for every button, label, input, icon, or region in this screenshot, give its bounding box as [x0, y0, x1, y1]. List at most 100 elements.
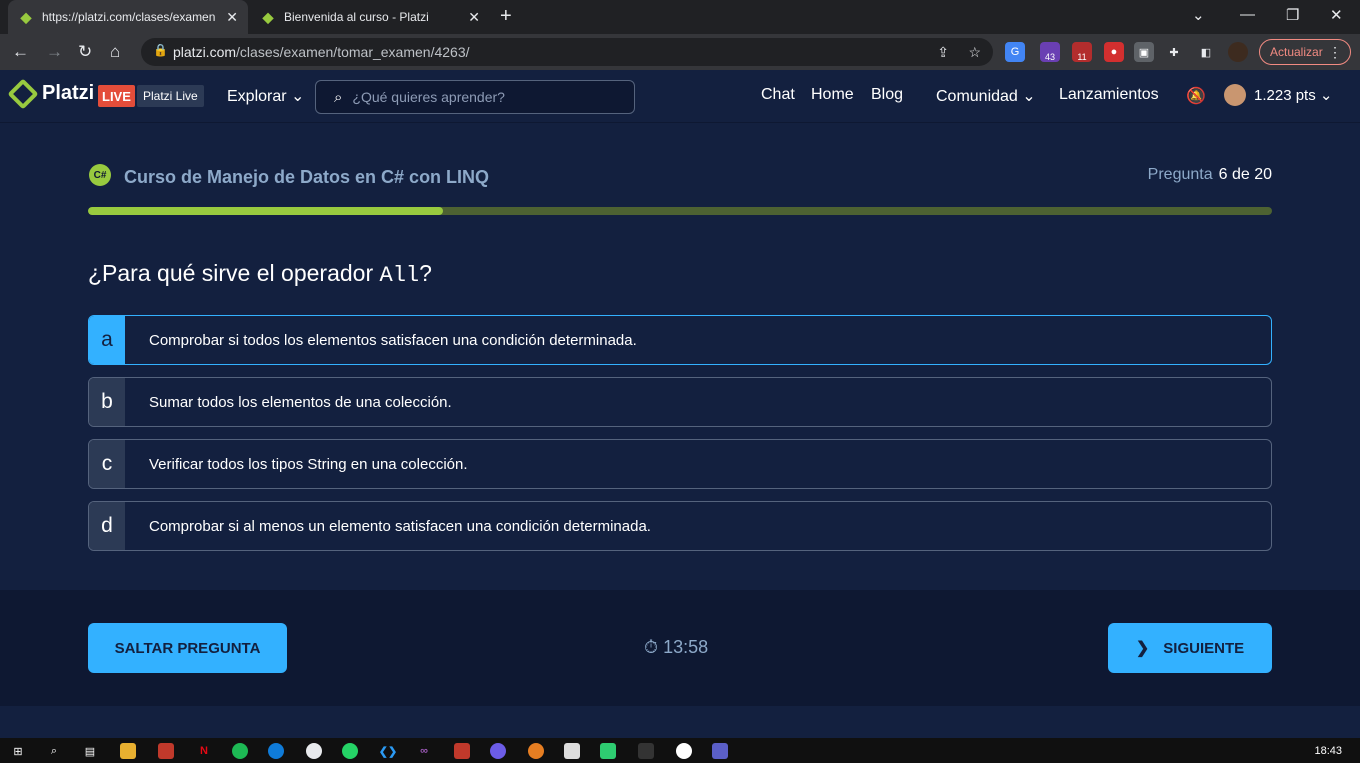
- edge-icon[interactable]: [268, 743, 284, 759]
- question-prefix: ¿Para qué sirve el operador: [88, 260, 380, 286]
- search-icon[interactable]: ⌕: [46, 743, 62, 759]
- option-text: Comprobar si al menos un elemento satisf…: [149, 517, 651, 535]
- app-icon[interactable]: [454, 743, 470, 759]
- answer-option-d[interactable]: d Comprobar si al menos un elemento sati…: [88, 501, 1272, 551]
- answer-option-a[interactable]: a Comprobar si todos los elementos satis…: [88, 315, 1272, 365]
- exam-main: C# Curso de Manejo de Datos en C# con LI…: [0, 124, 1360, 590]
- browser-tab-exam[interactable]: ◆ https://platzi.com/clases/examen ✕: [8, 0, 248, 34]
- question-label: Pregunta: [1147, 166, 1213, 183]
- extension-icon[interactable]: ▣: [1134, 42, 1154, 62]
- minimize-icon[interactable]: —: [1240, 6, 1255, 23]
- option-letter: b: [89, 378, 125, 426]
- lock-icon: 🔒: [153, 43, 168, 57]
- option-text: Verificar todos los tipos String en una …: [149, 455, 468, 473]
- home-icon[interactable]: ⌂: [110, 42, 120, 62]
- browser-tab-bienvenida[interactable]: ◆ Bienvenida al curso - Platzi ✕: [250, 0, 490, 34]
- chrome-icon[interactable]: [306, 743, 322, 759]
- explorar-menu[interactable]: Explorar ⌄: [227, 86, 304, 106]
- teams-icon[interactable]: [712, 743, 728, 759]
- live-badge[interactable]: LIVE: [98, 85, 135, 107]
- tab-title: Bienvenida al curso - Platzi: [284, 10, 429, 24]
- site-header: Platzi LIVE Platzi Live Explorar ⌄ ⌕ ¿Qu…: [0, 70, 1360, 123]
- side-panel-icon[interactable]: ◧: [1196, 42, 1216, 62]
- answer-option-b[interactable]: b Sumar todos los elementos de una colec…: [88, 377, 1272, 427]
- platzi-logo-icon: [7, 77, 39, 110]
- restore-icon[interactable]: ❐: [1286, 6, 1299, 24]
- browser-tab-strip: ◆ https://platzi.com/clases/examen ✕ ◆ B…: [0, 0, 1360, 34]
- nav-link-lanzamientos[interactable]: Lanzamientos: [1059, 86, 1159, 104]
- close-tab-icon[interactable]: ✕: [226, 9, 238, 26]
- nav-link-chat[interactable]: Chat: [761, 86, 795, 104]
- more-menu-icon[interactable]: ⋮: [1328, 44, 1342, 61]
- option-letter: d: [89, 502, 125, 550]
- new-tab-icon[interactable]: +: [500, 5, 512, 28]
- platzi-logo[interactable]: Platzi: [7, 77, 95, 110]
- windows-start-icon[interactable]: ⊞: [10, 743, 26, 759]
- whatsapp-icon[interactable]: [342, 743, 358, 759]
- reload-icon[interactable]: ↻: [78, 42, 92, 62]
- chevron-down-icon: ⌄: [1022, 88, 1036, 105]
- spotify-icon[interactable]: [232, 743, 248, 759]
- update-button[interactable]: Actualizar ⋮: [1259, 39, 1351, 65]
- exam-footer: SALTAR PREGUNTA ⏱ 13:58 ❯ SIGUIENTE: [0, 590, 1360, 706]
- url-host: platzi.com: [173, 44, 237, 60]
- notifications-off-icon[interactable]: 🔕: [1186, 86, 1206, 106]
- translate-extension-icon[interactable]: G: [1005, 42, 1025, 62]
- profile-avatar[interactable]: [1228, 42, 1248, 62]
- visual-studio-icon[interactable]: ∞: [416, 743, 432, 759]
- option-letter: c: [89, 440, 125, 488]
- file-explorer-icon[interactable]: [120, 743, 136, 759]
- extension-badge-icon[interactable]: 11: [1072, 42, 1092, 62]
- user-points[interactable]: 1.223 pts ⌄: [1254, 86, 1332, 104]
- answer-option-c[interactable]: c Verificar todos los tipos String en un…: [88, 439, 1272, 489]
- terminal-icon[interactable]: [638, 743, 654, 759]
- next-label: SIGUIENTE: [1163, 639, 1245, 657]
- question-counter: Pregunta 6 de 20: [1148, 166, 1272, 184]
- timer-value: 13:58: [663, 637, 709, 657]
- user-avatar[interactable]: [1224, 84, 1246, 106]
- chevron-right-icon: ❯: [1135, 640, 1150, 657]
- url-path: /clases/examen/tomar_examen/4263/: [236, 44, 470, 60]
- extensions-puzzle-icon[interactable]: ✚: [1164, 42, 1184, 62]
- search-input[interactable]: ⌕ ¿Qué quieres aprender?: [315, 80, 635, 114]
- tab-search-icon[interactable]: ⌄: [1192, 6, 1205, 24]
- forward-icon[interactable]: →: [46, 42, 63, 62]
- app-icon[interactable]: [564, 743, 580, 759]
- points-value: 1.223 pts: [1254, 87, 1316, 104]
- browser-toolbar: ← → ↻ ⌂ 🔒 platzi.com/clases/examen/tomar…: [0, 34, 1360, 70]
- address-bar[interactable]: 🔒 platzi.com/clases/examen/tomar_examen/…: [141, 38, 993, 66]
- option-text: Sumar todos los elementos de una colecci…: [149, 393, 452, 411]
- close-window-icon[interactable]: ✕: [1330, 6, 1343, 24]
- tab-title: https://platzi.com/clases/examen: [42, 10, 216, 24]
- platzi-favicon-icon: ◆: [262, 8, 274, 25]
- windows-taskbar: ⊞ ⌕ ▤ N ❮❯ ∞ 18:43: [0, 738, 1360, 763]
- netflix-icon[interactable]: N: [196, 743, 212, 759]
- task-view-icon[interactable]: ▤: [82, 743, 98, 759]
- extension-icon[interactable]: ●: [1104, 42, 1124, 62]
- app-icon[interactable]: [600, 743, 616, 759]
- back-icon[interactable]: ←: [12, 42, 29, 62]
- chevron-down-icon: ⌄: [1319, 87, 1333, 104]
- nav-link-home[interactable]: Home: [811, 86, 854, 104]
- vscode-icon[interactable]: ❮❯: [379, 743, 397, 759]
- close-tab-icon[interactable]: ✕: [468, 9, 480, 26]
- skip-question-button[interactable]: SALTAR PREGUNTA: [88, 623, 287, 673]
- logo-text: Platzi: [42, 82, 95, 104]
- bookmark-star-icon[interactable]: ☆: [968, 44, 981, 61]
- question-text: ¿Para qué sirve el operador All?: [88, 260, 432, 288]
- next-button[interactable]: ❯ SIGUIENTE: [1108, 623, 1272, 673]
- question-number: 6 de 20: [1218, 166, 1272, 183]
- extension-count: 43: [1044, 52, 1055, 62]
- share-icon[interactable]: ⇪: [937, 44, 949, 61]
- platzi-live-link[interactable]: Platzi Live: [137, 85, 204, 107]
- app-icon[interactable]: [676, 743, 692, 759]
- app-icon[interactable]: [528, 743, 544, 759]
- nav-link-comunidad[interactable]: Comunidad ⌄: [936, 86, 1036, 106]
- extension-badge-icon[interactable]: 43: [1040, 42, 1060, 62]
- nav-link-blog[interactable]: Blog: [871, 86, 903, 104]
- app-icon[interactable]: [490, 743, 506, 759]
- exam-timer: ⏱ 13:58: [644, 637, 708, 658]
- app-icon[interactable]: [158, 743, 174, 759]
- explorar-label: Explorar: [227, 88, 287, 105]
- option-letter: a: [89, 316, 125, 364]
